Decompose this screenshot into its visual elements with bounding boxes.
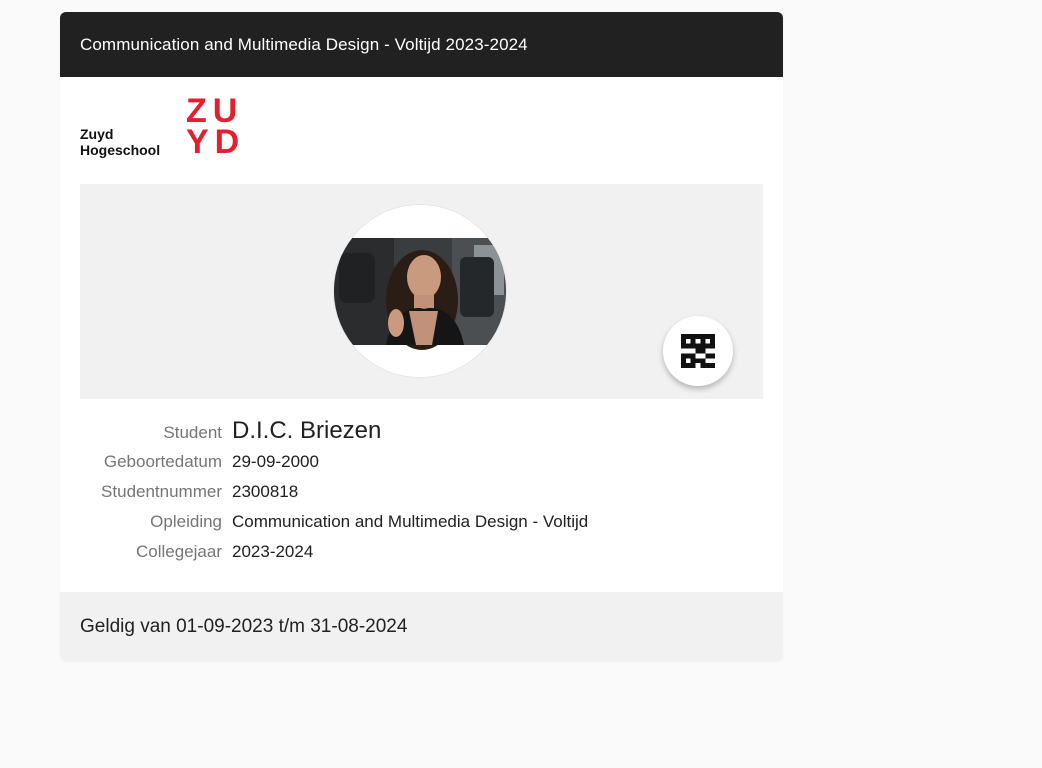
photo-panel (80, 184, 763, 399)
student-photo-image (334, 205, 506, 377)
logo-mark: ZU YD (186, 94, 246, 161)
student-card: Communication and Multimedia Design - Vo… (60, 12, 783, 661)
logo-line-1: Zuyd (80, 126, 114, 142)
info-label: Student (163, 423, 222, 442)
info-row-student-number: Studentnummer 2300818 (80, 482, 763, 512)
student-photo (333, 204, 507, 378)
logo-mark-line-2: YD (186, 123, 246, 161)
birthdate-value: 29-09-2000 (232, 452, 319, 471)
info-label: Opleiding (150, 512, 222, 531)
info-label: Studentnummer (101, 482, 222, 501)
info-row-birthdate: Geboortedatum 29-09-2000 (80, 452, 763, 482)
logo-line-2: Hogeschool (80, 142, 161, 158)
logo-wordmark: Zuyd Hogeschool (80, 126, 160, 158)
student-info: Student D.I.C. Briezen Geboortedatum 29-… (80, 417, 763, 572)
academic-year-value: 2023-2024 (232, 542, 314, 561)
student-name: D.I.C. Briezen (232, 417, 382, 444)
validity-footer: Geldig van 01-09-2023 t/m 31-08-2024 (60, 592, 783, 661)
zuyd-logo: Zuyd Hogeschool ZU YD (80, 94, 250, 161)
info-label: Geboortedatum (103, 452, 222, 471)
info-row-program: Opleiding Communication and Multimedia D… (80, 512, 763, 542)
info-row-academic-year: Collegejaar 2023-2024 (80, 542, 763, 572)
info-label: Collegejaar (136, 542, 222, 561)
card-title: Communication and Multimedia Design - Vo… (60, 12, 783, 77)
program-value: Communication and Multimedia Design - Vo… (232, 512, 589, 531)
qr-code-icon (681, 334, 715, 368)
info-row-student: Student D.I.C. Briezen (80, 417, 763, 452)
qr-code-button[interactable] (663, 316, 733, 386)
student-number-value: 2300818 (232, 482, 299, 501)
